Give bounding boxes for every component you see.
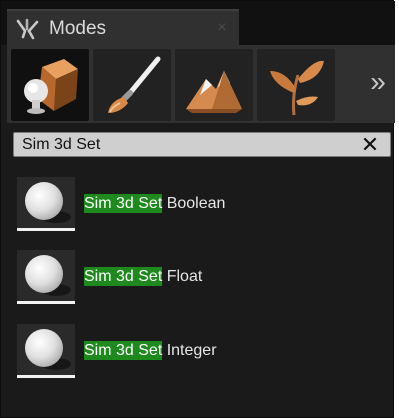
sphere-thumbnail-icon [17, 177, 75, 231]
modes-panel: Modes × » Sim 3d Set ✕ Sim 3d Set Boolea… [0, 0, 395, 418]
search-value: Sim 3d Set [22, 136, 101, 153]
result-suffix: Float [162, 268, 203, 285]
paintbrush-icon [108, 56, 161, 113]
leaf-icon [270, 60, 324, 116]
result-item[interactable]: Sim 3d Set Boolean [1, 161, 395, 231]
mode-toolbar: » [7, 45, 395, 123]
panel-titlebar: Modes × [1, 1, 395, 45]
result-label: Sim 3d Set Boolean [84, 194, 226, 213]
search-input[interactable]: Sim 3d Set ✕ [13, 132, 391, 157]
mountain-icon [186, 71, 242, 113]
cube-sphere-icon [24, 59, 78, 114]
more-modes-icon[interactable]: » [363, 67, 393, 97]
result-label: Sim 3d Set Integer [84, 341, 217, 360]
result-highlight: Sim 3d Set [84, 341, 163, 360]
result-highlight: Sim 3d Set [84, 194, 163, 213]
mode-button-place[interactable] [11, 49, 89, 121]
mode-button-landscape[interactable] [175, 49, 253, 121]
mode-button-paint[interactable] [93, 49, 171, 121]
result-suffix: Boolean [162, 195, 226, 212]
modes-icon [16, 18, 39, 40]
result-highlight: Sim 3d Set [84, 267, 163, 286]
result-suffix: Integer [162, 342, 217, 359]
clear-search-icon[interactable]: ✕ [360, 134, 380, 156]
sphere-thumbnail-icon [17, 250, 75, 304]
result-item[interactable]: Sim 3d Set Integer [1, 308, 395, 378]
panel-title: Modes [49, 18, 107, 39]
result-item[interactable]: Sim 3d Set Float [1, 234, 395, 304]
sphere-thumbnail-icon [17, 324, 75, 378]
close-icon[interactable]: × [213, 19, 231, 37]
mode-button-foliage[interactable] [257, 49, 335, 121]
modes-tab[interactable]: Modes × [7, 9, 239, 45]
result-label: Sim 3d Set Float [84, 267, 203, 286]
